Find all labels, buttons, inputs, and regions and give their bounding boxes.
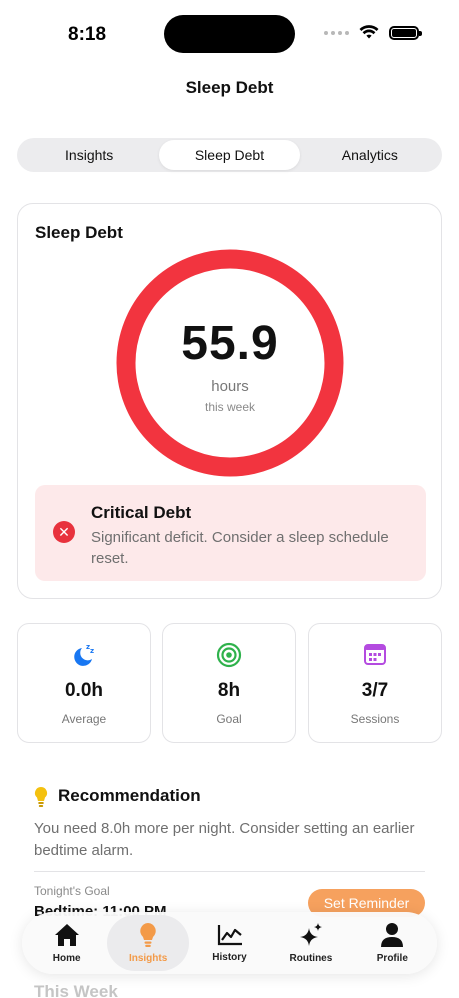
lightbulb-icon bbox=[34, 786, 48, 807]
tab-bar: Home Insights History Routines Profile bbox=[22, 912, 437, 974]
alert-message: Significant deficit. Consider a sleep sc… bbox=[91, 529, 389, 567]
stat-label: Sessions bbox=[350, 712, 400, 726]
cellular-signal-icon bbox=[324, 30, 349, 35]
sleep-debt-card: Sleep Debt 55.9 hours this week ✕ Critic… bbox=[17, 203, 442, 599]
x-circle-icon: ✕ bbox=[53, 521, 75, 543]
target-icon bbox=[163, 642, 295, 668]
divider bbox=[34, 871, 425, 872]
stat-value: 3/7 bbox=[361, 680, 389, 701]
status-bar: 8:18 bbox=[0, 0, 459, 66]
tab-label: Routines bbox=[289, 953, 333, 964]
tab-label: Insights bbox=[128, 953, 168, 964]
tab-label: History bbox=[212, 952, 247, 963]
stat-card-sessions: 3/7 Sessions bbox=[308, 623, 442, 743]
lightbulb-icon bbox=[140, 923, 156, 947]
tab-routines[interactable]: Routines bbox=[270, 915, 351, 971]
debt-value: 55.9 bbox=[181, 317, 279, 370]
stat-card-goal: 8h Goal bbox=[162, 623, 296, 743]
moon-zzz-icon: z z bbox=[18, 642, 150, 668]
house-icon bbox=[54, 924, 79, 946]
svg-text:z: z bbox=[90, 647, 94, 655]
tab-label: Home bbox=[52, 953, 81, 964]
tab-profile[interactable]: Profile bbox=[352, 915, 433, 971]
debt-period: this week bbox=[204, 400, 256, 414]
dynamic-island bbox=[164, 15, 295, 53]
stat-label: Average bbox=[61, 712, 107, 726]
segment-analytics[interactable]: Analytics bbox=[300, 140, 440, 170]
tab-home[interactable]: Home bbox=[26, 915, 107, 971]
status-icons bbox=[324, 25, 422, 40]
stat-label: Goal bbox=[216, 712, 242, 726]
segment-sleep-debt[interactable]: Sleep Debt bbox=[159, 140, 300, 170]
battery-icon bbox=[389, 25, 422, 40]
alert-title: Critical Debt bbox=[91, 503, 192, 522]
stat-card-average: z z 0.0h Average bbox=[17, 623, 151, 743]
stat-value: 0.0h bbox=[64, 680, 104, 701]
sparkles-icon bbox=[299, 923, 322, 946]
recommendation-text: You need 8.0h more per night. Consider s… bbox=[34, 820, 415, 859]
status-time: 8:18 bbox=[68, 24, 107, 45]
page-title: Sleep Debt bbox=[185, 78, 274, 97]
stat-value: 8h bbox=[217, 680, 241, 701]
debt-unit: hours bbox=[211, 378, 249, 395]
person-icon bbox=[381, 923, 404, 947]
recommendation-title: Recommendation bbox=[58, 786, 201, 805]
tab-label: Profile bbox=[376, 953, 408, 964]
tab-history[interactable]: History bbox=[189, 915, 270, 971]
goal-label: Tonight's Goal bbox=[34, 884, 110, 898]
calendar-icon bbox=[309, 642, 441, 668]
wifi-icon bbox=[359, 25, 379, 39]
segment-insights[interactable]: Insights bbox=[19, 140, 159, 170]
critical-alert: ✕ Critical Debt Significant deficit. Con… bbox=[35, 485, 426, 581]
card-title: Sleep Debt bbox=[35, 223, 123, 242]
tab-insights[interactable]: Insights bbox=[107, 915, 189, 971]
chart-line-icon bbox=[217, 925, 242, 946]
segmented-control: Insights Sleep Debt Analytics bbox=[17, 138, 442, 172]
section-title-this-week: This Week bbox=[34, 982, 118, 998]
